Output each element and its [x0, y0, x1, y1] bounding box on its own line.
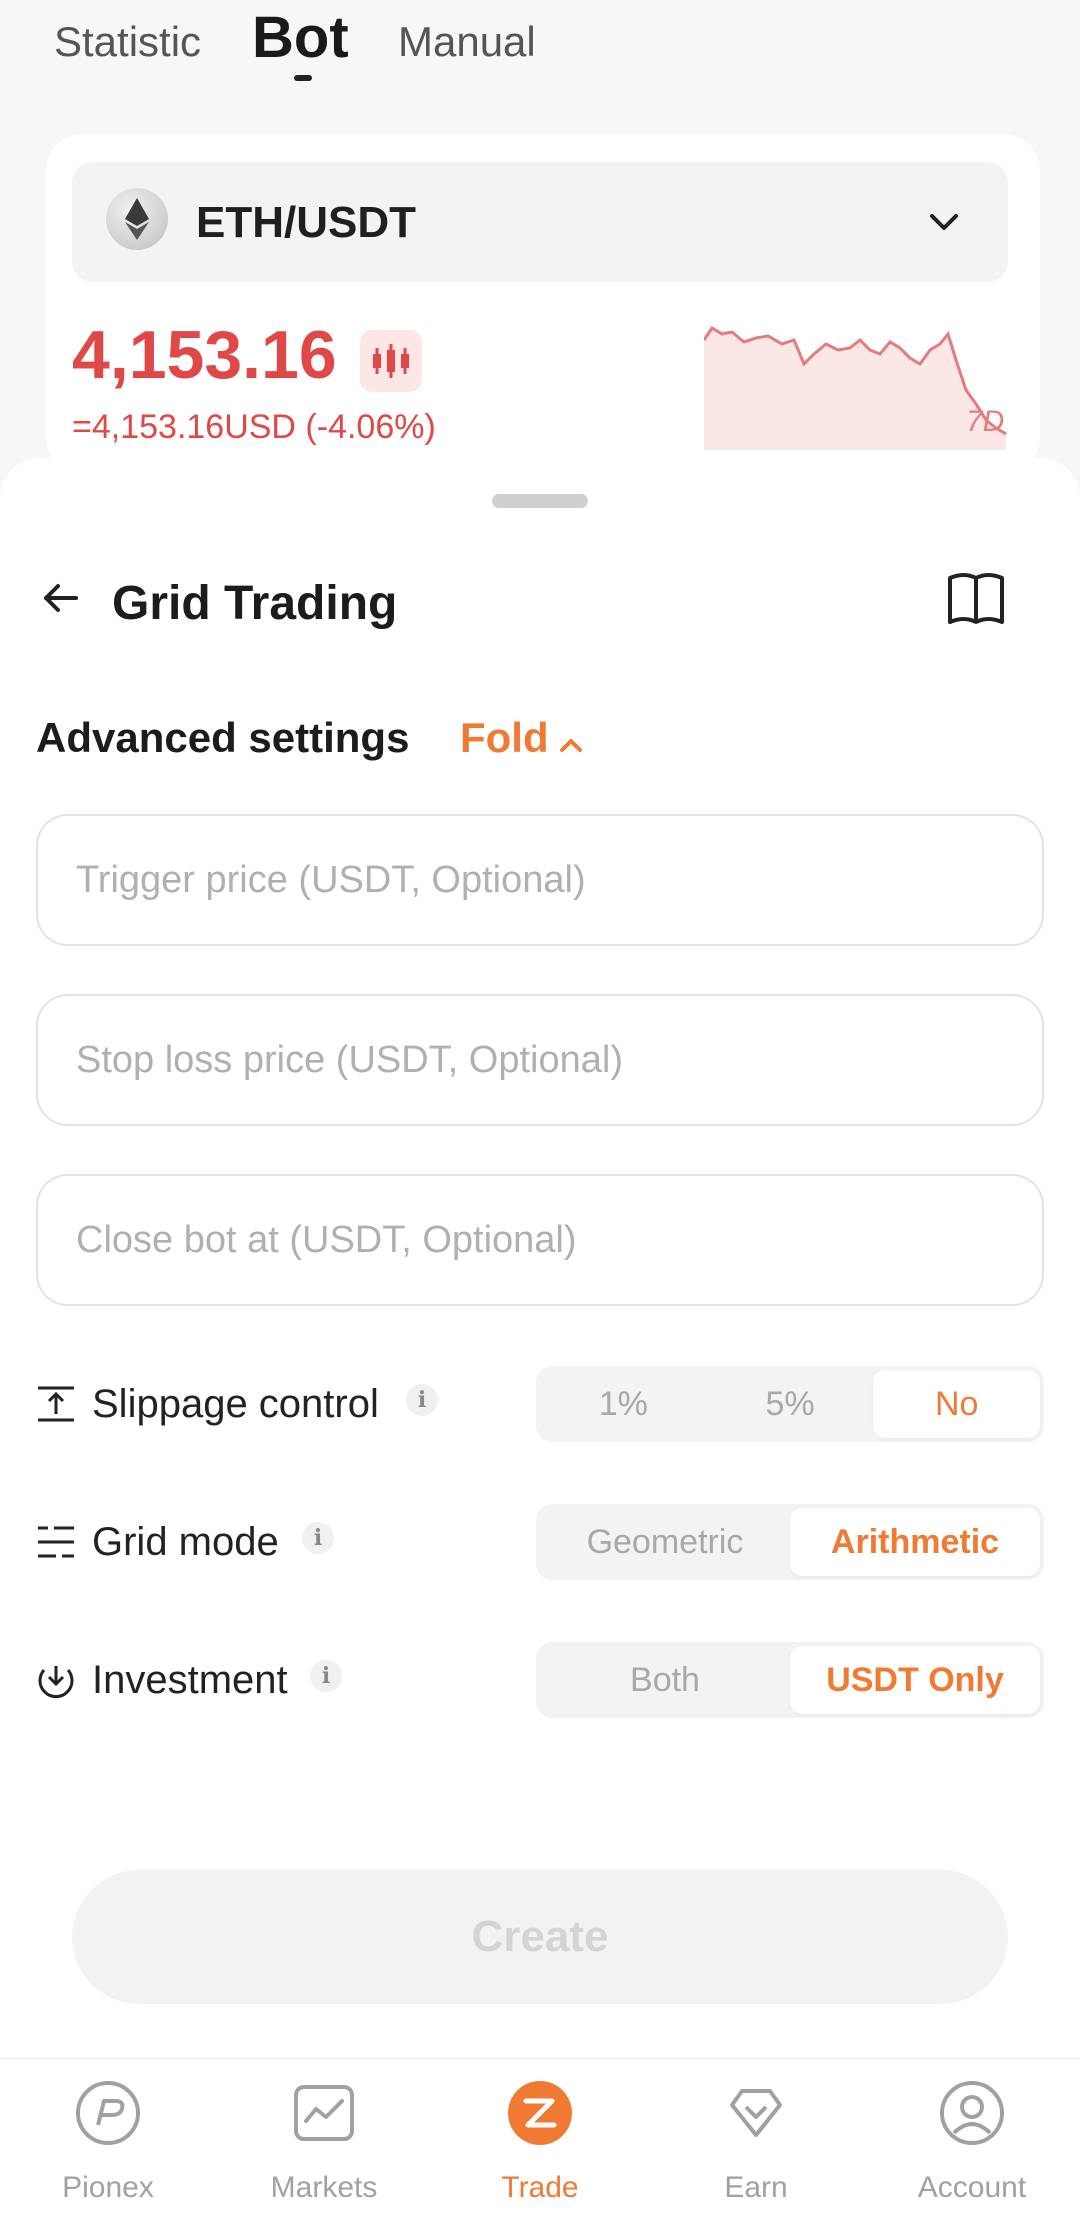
grid-mode-row: Grid mode i Geometric Arithmetic: [36, 1504, 1044, 1584]
grid-mode-label: Grid mode: [92, 1520, 279, 1564]
nav-label: Trade: [501, 2171, 579, 2204]
investment-both[interactable]: Both: [540, 1646, 790, 1714]
investment-label: Investment: [92, 1658, 288, 1702]
grid-mode-segmented-control: Geometric Arithmetic: [536, 1504, 1044, 1580]
tab-bot[interactable]: Bot: [252, 4, 349, 71]
info-icon[interactable]: i: [302, 1522, 334, 1554]
slippage-control-label: Slippage control: [92, 1382, 379, 1426]
tab-active-indicator: [294, 75, 312, 81]
earn-icon: [730, 2089, 782, 2137]
nav-label: Pionex: [62, 2171, 154, 2204]
trigger-price-field: [36, 814, 1044, 946]
nav-item-markets[interactable]: Markets: [216, 2059, 432, 2224]
bottom-nav: Pionex Markets Trade Earn Account: [0, 2058, 1080, 2224]
investment-segmented-control: Both USDT Only: [536, 1642, 1044, 1718]
nav-item-trade[interactable]: Trade: [432, 2059, 648, 2224]
chevron-down-icon: [930, 214, 958, 230]
page-title: Grid Trading: [112, 577, 398, 630]
nav-label: Account: [917, 2171, 1027, 2204]
fold-button[interactable]: Fold: [460, 714, 549, 762]
slippage-option-no[interactable]: No: [873, 1370, 1041, 1438]
price-usd-change: =4,153.16USD (-4.06%): [72, 408, 436, 446]
slippage-option-5[interactable]: 5%: [707, 1370, 874, 1438]
candlestick-icon[interactable]: [360, 330, 422, 392]
pionex-icon: [76, 2081, 140, 2145]
nav-item-earn[interactable]: Earn: [648, 2059, 864, 2224]
trade-icon: [508, 2081, 572, 2145]
trigger-price-input[interactable]: [38, 816, 1042, 944]
markets-icon: [294, 2085, 354, 2141]
grid-mode-geometric[interactable]: Geometric: [540, 1508, 790, 1576]
current-price: 4,153.16: [72, 317, 337, 393]
investment-usdt-only[interactable]: USDT Only: [790, 1646, 1040, 1714]
stop-loss-field: [36, 994, 1044, 1126]
nav-label: Markets: [270, 2171, 378, 2204]
drag-handle[interactable]: [492, 494, 588, 508]
pair-name: ETH/USDT: [196, 198, 416, 247]
close-bot-field: [36, 1174, 1044, 1306]
info-icon[interactable]: i: [310, 1660, 342, 1692]
nav-item-pionex[interactable]: Pionex: [0, 2059, 216, 2224]
ethereum-icon: [106, 188, 168, 250]
advanced-settings-label: Advanced settings: [36, 714, 410, 761]
pair-selector[interactable]: ETH/USDT: [72, 162, 1008, 282]
close-bot-input[interactable]: [38, 1176, 1042, 1304]
chevron-up-icon[interactable]: [556, 730, 586, 760]
grid-mode-icon: [38, 1526, 74, 1558]
slippage-control-row: Slippage control i 1% 5% No: [36, 1366, 1044, 1446]
nav-item-account[interactable]: Account: [864, 2059, 1080, 2224]
investment-row: Investment i Both USDT Only: [36, 1642, 1044, 1722]
slippage-icon: [38, 1386, 74, 1422]
tab-manual[interactable]: Manual: [398, 18, 536, 66]
slippage-segmented-control: 1% 5% No: [536, 1366, 1044, 1442]
investment-icon: [38, 1666, 74, 1699]
info-icon[interactable]: i: [406, 1384, 438, 1416]
grid-trading-sheet: Grid Trading Advanced settings Fold Slip…: [0, 458, 1080, 2058]
slippage-option-1[interactable]: 1%: [540, 1370, 707, 1438]
account-icon: [940, 2081, 1004, 2145]
top-tabs: Statistic Bot Manual: [0, 0, 1080, 110]
stop-loss-input[interactable]: [38, 996, 1042, 1124]
grid-mode-arithmetic[interactable]: Arithmetic: [790, 1508, 1040, 1576]
arrow-left-icon[interactable]: [36, 574, 84, 622]
tab-statistic[interactable]: Statistic: [54, 18, 201, 66]
create-button[interactable]: Create: [72, 1870, 1008, 2004]
book-icon[interactable]: [944, 570, 1008, 630]
nav-label: Earn: [724, 2171, 788, 2204]
chart-period-label: 7D: [966, 405, 1005, 438]
